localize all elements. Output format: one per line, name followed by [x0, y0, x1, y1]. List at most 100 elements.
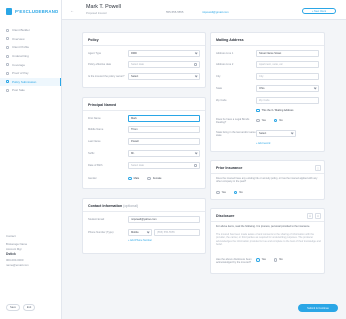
prior-insurance-question: Does the insured have any existing life … [216, 177, 318, 184]
client-email[interactable]: mtpowell@gmail.com [202, 10, 229, 14]
radio-selected-icon [273, 118, 278, 123]
sidebar-item-policy-submission[interactable]: Policy Submission [0, 77, 61, 87]
date-of-birth-field[interactable]: Select date [128, 162, 200, 169]
chevron-down-icon [194, 74, 198, 78]
sidebar-footer: Save Exit [6, 304, 36, 311]
form-row: State Ohio [216, 85, 319, 92]
field-label: State living in the last and/or same sta… [216, 130, 256, 137]
sidebar: P'EXCLUDEBRAND Client Builder Overview C… [0, 0, 62, 319]
mailing-address-card: Mailing Address Address Line 1 Street Na… [210, 32, 325, 152]
disclosure-card: Disclosure ⇩ × For above items, read the… [210, 208, 325, 274]
client-role: Proposed Insured [86, 12, 107, 15]
residence-state-select[interactable]: Select [256, 130, 296, 137]
sidebar-item-overview[interactable]: Overview [0, 35, 61, 44]
gender-female-radio[interactable]: Female [147, 176, 161, 181]
prior-yes-radio[interactable]: Yes [216, 190, 226, 195]
sidebar-item-client-profile[interactable]: Client Profile [0, 43, 61, 52]
field-label: Student Email [88, 218, 105, 221]
effective-date-field[interactable]: Select date [128, 61, 200, 68]
chevron-down-icon [146, 230, 150, 234]
divider [83, 45, 205, 46]
card-title: Policy [88, 38, 99, 42]
new-client-button[interactable]: + New Client [302, 8, 336, 14]
field-label: City [216, 75, 221, 78]
radio-icon [256, 118, 260, 123]
form-row: Middle Name Thom [88, 126, 200, 133]
disclosure-intro: For above items, read the following. It … [216, 225, 311, 228]
sidebar-item-coverage[interactable]: Coverage [0, 60, 61, 69]
email-field[interactable]: mtpowell@yahoo.com [128, 216, 200, 223]
checkbox-label: This the 0 / Mailing Address [261, 109, 294, 112]
agent-contact: Contact Brokerage Name Account Mgr Dstic… [6, 234, 58, 268]
chevron-down-icon [290, 131, 294, 135]
field-label: Policy effective date [88, 63, 112, 66]
gender-male-radio[interactable]: Male [128, 176, 139, 181]
field-label: Is the insured the policy owner? [88, 75, 125, 78]
card-title: Principal Named [88, 103, 117, 107]
save-button[interactable]: Save [6, 304, 20, 311]
add-record-link[interactable]: + Add record [256, 142, 270, 145]
exit-button[interactable]: Exit [22, 304, 36, 311]
chevron-down-icon [194, 51, 198, 55]
logo-text: P'EXCLUDEBRAND [15, 9, 59, 14]
contact-email[interactable]: name@email.com [6, 263, 58, 268]
sidebar-item-post-sale[interactable]: Post Sale [0, 86, 61, 95]
city-input[interactable]: City [256, 73, 319, 80]
radio-selected-icon [128, 176, 132, 181]
middle-name-input[interactable]: Thom [128, 126, 200, 133]
field-label: Gender [88, 177, 97, 180]
policy-owner-select[interactable]: Select [128, 73, 200, 80]
sidebar-item-proof-of-pay[interactable]: Proof of Pay [0, 69, 61, 78]
check-icon [6, 88, 9, 92]
sidebar-item-underwriting[interactable]: Underwriting [0, 52, 61, 61]
coverage-icon [6, 63, 9, 67]
payment-icon [6, 71, 9, 75]
legal-bonds-no-radio[interactable]: No [273, 118, 283, 123]
agent-type-select[interactable]: RMD [128, 50, 200, 57]
phone-type-select[interactable]: Mobile [128, 229, 152, 236]
card-title: Mailing Address [216, 38, 244, 42]
submit-continue-button[interactable]: Submit & Continue [298, 304, 338, 312]
prior-no-radio[interactable]: No [233, 190, 243, 195]
policy-card: Policy Agent Type RMD Policy effective d… [82, 32, 206, 88]
sidebar-item-client-builder[interactable]: Client Builder [0, 26, 61, 35]
add-phone-link[interactable]: + Add Phone Number [128, 239, 152, 242]
logo[interactable]: P'EXCLUDEBRAND [6, 8, 58, 15]
suffix-select[interactable]: Mr. [128, 150, 200, 157]
chevron-down-icon [194, 151, 198, 155]
radio-icon [216, 190, 220, 195]
contact-heading: Contact [6, 234, 16, 238]
form-row: Is the insured the policy owner? Select [88, 73, 200, 80]
legal-bonds-yes-radio[interactable]: Yes [256, 118, 266, 123]
header: ← Mark T. Powell Proposed Insured 555-55… [62, 0, 346, 20]
form-row: State living in the last and/or same sta… [216, 130, 319, 137]
phone-number-input[interactable]: (555) 555-5555 [154, 229, 200, 236]
contact-info-card: Contact Information (optional) Student E… [82, 198, 206, 254]
field-label: Has the above disclosure been acknowledg… [216, 258, 252, 264]
zip-code-input[interactable]: Zip Code [256, 97, 319, 104]
divider [211, 45, 324, 46]
last-name-input[interactable]: Powell [128, 138, 200, 145]
form-row: Suffix Mr. [88, 150, 200, 157]
address-line2-input[interactable]: Apartment, suite, etc [256, 61, 319, 68]
divider [83, 110, 205, 111]
disclosure-yes-radio[interactable]: Yes [256, 258, 266, 262]
download-icon[interactable]: ⇩ [307, 213, 313, 219]
card-title: Disclosure [216, 214, 235, 218]
more-icon[interactable]: ⋮ [315, 165, 321, 171]
form-row: Last Name Powell [88, 138, 200, 145]
first-name-input[interactable]: Mark [128, 115, 200, 122]
address-line1-input[interactable]: Street Name Street [256, 50, 319, 57]
arrow-left-icon[interactable]: ← [70, 8, 74, 13]
field-label: Middle Name [88, 128, 104, 131]
field-label: Address Line 1 [216, 52, 234, 55]
field-label: Date of Birth [88, 164, 103, 167]
checkbox-icon[interactable] [256, 108, 260, 113]
state-select[interactable]: Ohio [256, 85, 319, 92]
disclosure-no-radio[interactable]: No [273, 258, 283, 262]
form-row: This the 0 / Mailing Address [216, 107, 319, 114]
form-row: Phone Number (Type) Mobile (555) 555-555… [88, 229, 200, 236]
radio-selected-icon [233, 190, 238, 195]
field-label: Agent Type [88, 52, 102, 55]
close-icon[interactable]: × [315, 213, 321, 219]
